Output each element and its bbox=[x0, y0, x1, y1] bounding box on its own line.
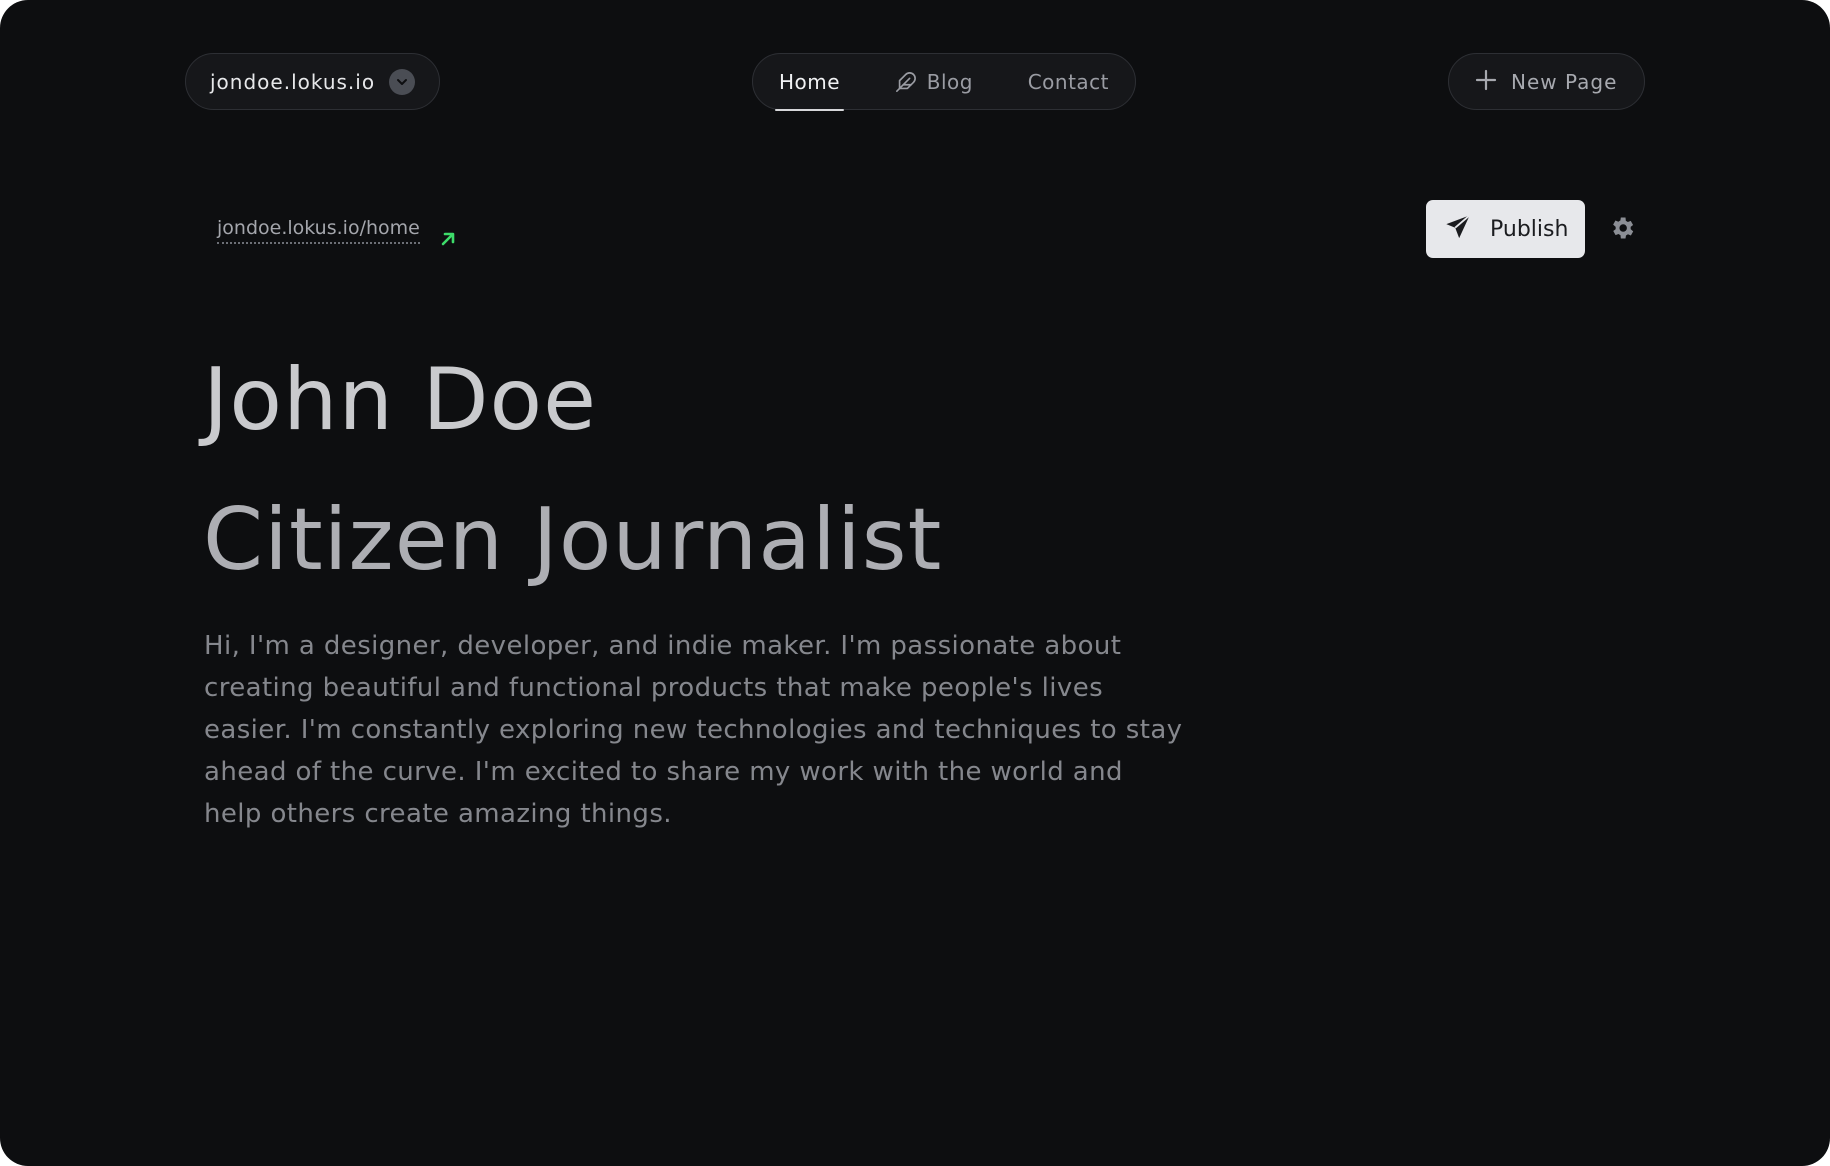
page-title[interactable]: John Doe bbox=[203, 345, 597, 455]
tab-contact[interactable]: Contact bbox=[1028, 53, 1109, 110]
site-name: jondoe.lokus.io bbox=[210, 69, 376, 94]
publish-button[interactable]: Publish bbox=[1426, 200, 1585, 258]
tab-home[interactable]: Home bbox=[774, 53, 845, 111]
page-nav: Home Blog Contact bbox=[752, 53, 1136, 111]
tab-contact-label: Contact bbox=[1027, 69, 1109, 94]
arrow-up-right-icon[interactable] bbox=[438, 229, 458, 253]
plus-icon bbox=[1475, 69, 1497, 95]
page-url-link[interactable]: jondoe.lokus.io/home bbox=[217, 216, 420, 244]
send-icon bbox=[1444, 213, 1472, 245]
tab-blog-label: Blog bbox=[926, 69, 973, 94]
tab-home-label: Home bbox=[779, 69, 841, 94]
page-subtitle[interactable]: Citizen Journalist bbox=[203, 485, 942, 595]
feather-icon bbox=[895, 71, 917, 93]
site-switcher[interactable]: jondoe.lokus.io bbox=[185, 53, 440, 110]
gear-icon[interactable] bbox=[1608, 214, 1636, 246]
tab-blog[interactable]: Blog bbox=[895, 53, 973, 110]
publish-label: Publish bbox=[1490, 216, 1569, 242]
new-page-button[interactable]: New Page bbox=[1448, 53, 1645, 110]
chevron-down-icon[interactable] bbox=[389, 69, 415, 95]
bio-paragraph[interactable]: Hi, I'm a designer, developer, and indie… bbox=[204, 625, 1184, 835]
app-window: jondoe.lokus.io Home Blog Contact New Pa… bbox=[0, 0, 1830, 1166]
new-page-label: New Page bbox=[1511, 69, 1618, 94]
